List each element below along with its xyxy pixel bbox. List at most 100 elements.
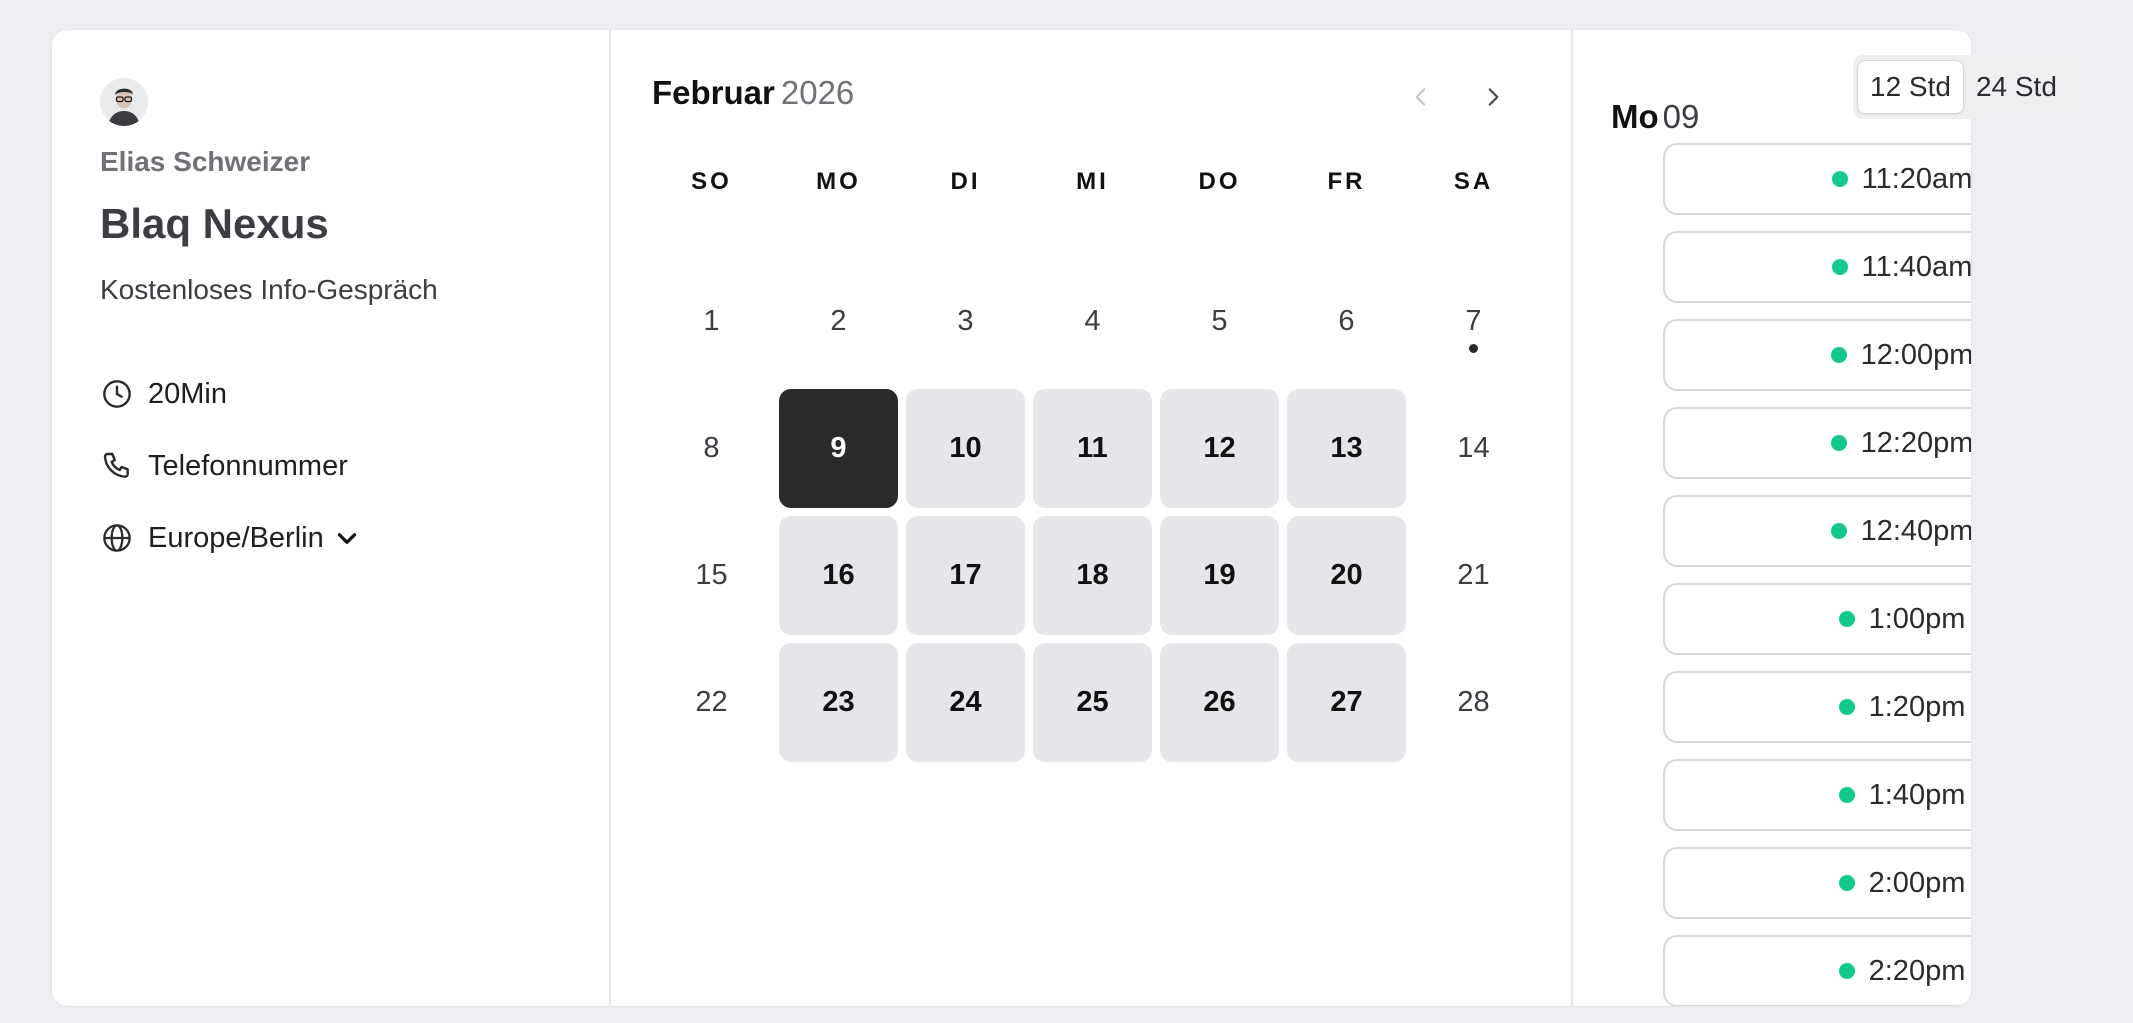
weekday-label: DI — [950, 168, 981, 195]
availability-dot-icon — [1831, 171, 1848, 187]
availability-dot-icon — [1838, 875, 1855, 891]
calendar-day-available[interactable]: 16 — [779, 516, 898, 635]
event-title: Blaq Nexus — [100, 200, 329, 247]
calendar-day-available[interactable]: 23 — [779, 643, 898, 762]
format-24h-option[interactable]: 24 Std — [1964, 60, 2069, 114]
weekday-label: MO — [816, 168, 861, 195]
weekday-label: MI — [1076, 168, 1109, 195]
calendar-month-title: Februar 2026 — [652, 74, 854, 112]
calendar-day-selected[interactable]: 9 — [779, 389, 898, 508]
calendar-day: 1 — [652, 262, 771, 381]
time-slot-button[interactable]: 11:40am — [1663, 231, 1972, 303]
calendar-day: 6 — [1287, 262, 1406, 381]
timezone-selector[interactable]: Europe/Berlin — [100, 521, 360, 555]
calendar-day-available[interactable]: 17 — [906, 516, 1025, 635]
availability-dot-icon — [1830, 523, 1847, 539]
time-slot-label: 12:00pm — [1860, 338, 1972, 371]
availability-dot-icon — [1838, 699, 1855, 715]
day-number: 3 — [957, 305, 974, 337]
calendar-day: 7 — [1414, 262, 1533, 381]
day-number: 18 — [1076, 559, 1109, 591]
location-row: Telefonnummer — [100, 449, 348, 483]
time-slot-button[interactable]: 12:00pm — [1663, 319, 1972, 391]
calendar-day-available[interactable]: 11 — [1033, 389, 1152, 508]
day-number: 27 — [1330, 686, 1363, 718]
calendar-day: 8 — [652, 389, 771, 508]
selected-day-label: Mo — [1611, 98, 1659, 135]
day-number: 12 — [1203, 432, 1236, 464]
calendar-day: 22 — [652, 643, 771, 762]
clock-icon — [100, 377, 134, 411]
availability-dot-icon — [1838, 963, 1855, 979]
day-number: 1 — [703, 305, 720, 337]
day-number: 26 — [1203, 686, 1236, 718]
calendar-day-available[interactable]: 27 — [1287, 643, 1406, 762]
location-text: Telefonnummer — [148, 449, 348, 482]
calendar-day: 14 — [1414, 389, 1533, 508]
year-label: 2026 — [780, 74, 855, 111]
chevron-down-icon[interactable] — [334, 525, 360, 551]
day-number: 15 — [695, 559, 728, 591]
time-slot-label: 2:00pm — [1868, 866, 1966, 899]
avatar — [100, 78, 148, 126]
calendar-day-available[interactable]: 20 — [1287, 516, 1406, 635]
day-number: 9 — [830, 432, 847, 464]
day-number: 2 — [830, 305, 847, 337]
calendar-day-available[interactable]: 12 — [1160, 389, 1279, 508]
calendar-day-available[interactable]: 18 — [1033, 516, 1152, 635]
format-12h-option[interactable]: 12 Std — [1857, 60, 1964, 114]
calendar-day: 21 — [1414, 516, 1533, 635]
time-slot-button[interactable]: 1:00pm — [1663, 583, 1971, 655]
day-number: 10 — [949, 432, 982, 464]
time-slot-label: 1:40pm — [1868, 778, 1966, 811]
calendar-day-available[interactable]: 26 — [1160, 643, 1279, 762]
calendar-day: 4 — [1033, 262, 1152, 381]
time-slot-label: 12:40pm — [1860, 514, 1972, 547]
calendar-day: 15 — [652, 516, 771, 635]
day-number: 17 — [949, 559, 982, 591]
time-slot-label: 1:20pm — [1868, 690, 1966, 723]
availability-dot-icon — [1831, 259, 1848, 275]
weekday-label: SA — [1453, 168, 1494, 195]
weekday-label: SO — [691, 168, 732, 195]
time-slot-button[interactable]: 1:40pm — [1663, 759, 1971, 831]
time-slot-label: 11:40am — [1861, 250, 1972, 283]
month-label: Februar — [652, 74, 775, 111]
time-slot-button[interactable]: 1:20pm — [1663, 671, 1971, 743]
calendar-day-available[interactable]: 24 — [906, 643, 1025, 762]
calendar-day: 5 — [1160, 262, 1279, 381]
time-slot-button[interactable]: 12:20pm — [1663, 407, 1971, 479]
time-slot-button[interactable]: 2:20pm — [1663, 935, 1971, 1006]
calendar-day-available[interactable]: 13 — [1287, 389, 1406, 508]
day-number: 22 — [695, 686, 728, 718]
day-number: 7 — [1465, 305, 1482, 337]
time-slot-label: 11:20am — [1861, 162, 1972, 195]
time-slot-button[interactable]: 11:20am — [1663, 143, 1972, 215]
duration-row: 20Min — [100, 377, 227, 411]
previous-month-button[interactable] — [1398, 74, 1444, 120]
globe-icon — [100, 521, 134, 555]
day-number: 5 — [1211, 305, 1228, 337]
chevron-left-icon — [1415, 88, 1426, 106]
weekday-label: FR — [1327, 168, 1366, 195]
weekday-label: DO — [1198, 168, 1241, 195]
availability-dot-icon — [1838, 787, 1855, 803]
day-number: 21 — [1457, 559, 1490, 591]
duration-text: 20Min — [148, 377, 227, 410]
chevron-right-icon — [1488, 88, 1499, 106]
timezone-text[interactable]: Europe/Berlin — [148, 522, 324, 555]
day-number: 13 — [1330, 432, 1363, 464]
event-description: Kostenloses Info-Gespräch — [100, 274, 438, 305]
next-month-button[interactable] — [1470, 74, 1516, 120]
availability-dot-icon — [1830, 347, 1847, 363]
availability-dot-icon — [1830, 435, 1847, 451]
calendar-day-available[interactable]: 10 — [906, 389, 1025, 508]
calendar-day-available[interactable]: 25 — [1033, 643, 1152, 762]
time-slot-button[interactable]: 12:40pm — [1663, 495, 1972, 567]
booking-card: Elias Schweizer Blaq Nexus Kostenloses I… — [51, 29, 1972, 1007]
time-format-toggle: 12 Std 24 Std — [1853, 55, 2090, 119]
time-slot-button[interactable]: 2:00pm — [1663, 847, 1971, 919]
calendar-day-available[interactable]: 19 — [1160, 516, 1279, 635]
panel-divider — [609, 30, 611, 1006]
calendar-day: 3 — [906, 262, 1025, 381]
